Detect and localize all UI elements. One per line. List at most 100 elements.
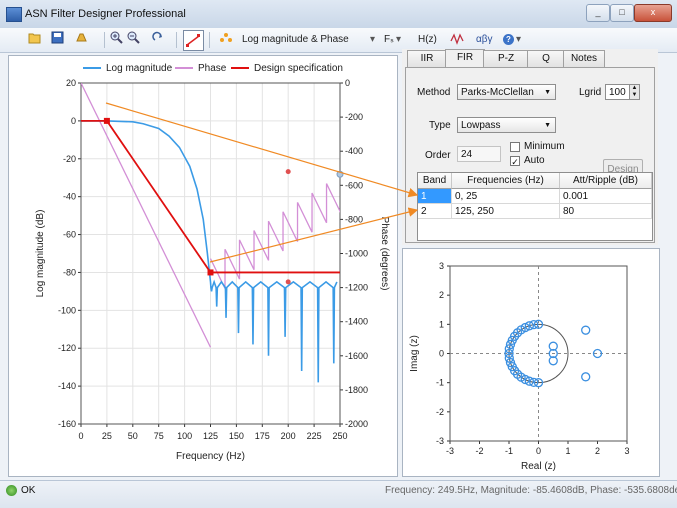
order-field[interactable]: 24 [457, 146, 501, 162]
x-tick-label: 75 [154, 431, 164, 441]
chevron-down-icon[interactable]: ▾ [516, 31, 526, 48]
auto-checkbox[interactable]: ✓ [510, 156, 520, 167]
minimum-checkbox[interactable] [510, 142, 520, 152]
x-tick-label: 175 [255, 431, 270, 441]
minimum-label: Minimum [524, 141, 565, 152]
y2-tick-label: -1400 [345, 317, 368, 327]
method-label: Method [417, 87, 451, 98]
y2-tick-label: -800 [345, 214, 363, 224]
x-tick-label: -2 [475, 446, 483, 456]
cursor-readout: Frequency: 249.5Hz, Magnitude: -85.4608d… [385, 485, 677, 496]
pole-zero-chart[interactable]: -3 3 -2 2 -1 1 0 0 1 -1 2 -2 3 -3 Real (z) Imag (z) [403, 249, 659, 476]
y-tick-label: 0 [439, 349, 444, 359]
y-axis-label: Imag (z) [409, 335, 420, 372]
y2-tick-label: -600 [345, 180, 363, 190]
export-icon[interactable] [75, 31, 89, 48]
x-tick-label: 0 [536, 446, 541, 456]
y-tick-label: 3 [439, 261, 444, 271]
order-value: 24 [461, 149, 473, 160]
x-tick-label: 50 [128, 431, 138, 441]
x-axis-label: Frequency (Hz) [176, 451, 245, 462]
x-tick-label: 2 [595, 446, 600, 456]
chevron-down-icon[interactable]: ▾ [396, 31, 406, 48]
close-button[interactable]: x [634, 4, 672, 22]
x-tick-label: -1 [505, 446, 513, 456]
plot-mode-selector[interactable]: Log magnitude & Phase [242, 31, 370, 48]
y-tick-label: 2 [439, 290, 444, 300]
column-header[interactable]: Band [418, 173, 452, 189]
status-ok: OK [21, 485, 36, 496]
legend-label: Design specification [254, 63, 343, 74]
maximize-button[interactable]: □ [610, 4, 634, 22]
title-bar: ASN Filter Designer Professional _ □ x [0, 0, 677, 29]
app-icon [6, 7, 22, 22]
y2-tick-label: -200 [345, 112, 363, 122]
x-tick-label: 0 [78, 431, 83, 441]
redo-icon[interactable] [152, 31, 166, 48]
y-tick-label: 0 [71, 116, 76, 126]
lgrid-label: Lgrid [579, 87, 602, 98]
y-tick-label: -120 [58, 343, 76, 353]
table-cell[interactable]: 0, 25 [452, 189, 560, 204]
column-header[interactable]: Frequencies (Hz) [452, 173, 560, 189]
lgrid-stepper[interactable]: ▲ ▼ [629, 84, 640, 100]
x-tick-label: 3 [624, 446, 629, 456]
signal-icon[interactable] [450, 31, 466, 48]
zoom-out-icon[interactable] [127, 31, 141, 48]
lgrid-value: 100 [609, 87, 626, 98]
frequency-response-chart[interactable]: 0 25 50 75 100 125 150 175 200 225 250200-20-40-60… [9, 56, 397, 476]
x-tick-label: 225 [307, 431, 322, 441]
x-tick-label: 125 [203, 431, 218, 441]
y-tick-label: -140 [58, 381, 76, 391]
zoom-in-icon[interactable] [110, 31, 124, 48]
type-label: Type [429, 120, 451, 131]
tab-iir[interactable]: IIR [407, 50, 447, 67]
method-select[interactable]: Parks-McClellan ▼ [457, 84, 556, 100]
table-cell[interactable]: 0.001 [560, 189, 652, 204]
markers-icon[interactable] [218, 31, 234, 48]
y2-tick-label: 0 [345, 78, 350, 88]
spec-handle [207, 269, 214, 276]
x-tick-label: 200 [281, 431, 296, 441]
y2-tick-label: -1200 [345, 283, 368, 293]
tab-fir[interactable]: FIR [445, 49, 485, 68]
window-title: ASN Filter Designer Professional [25, 8, 186, 20]
dropdown-arrow-icon: ▼ [544, 89, 551, 96]
type-select[interactable]: Lowpass ▼ [457, 117, 556, 133]
auto-label: Auto [524, 155, 545, 166]
band-table: Band Frequencies (Hz) Att/Ripple (dB) 1 … [417, 172, 653, 241]
tab-notes[interactable]: Notes [563, 50, 605, 67]
transfer-function-button[interactable]: H(z) [418, 31, 444, 48]
table-cell[interactable]: 2 [418, 204, 452, 219]
pole-zero-panel: -3 3 -2 2 -1 1 0 0 1 -1 2 -2 3 -3 Real (z) Imag (z) [402, 248, 660, 477]
sampling-rate-button[interactable]: Fₛ [384, 31, 396, 48]
y-tick-label: -100 [58, 305, 76, 315]
toolbar-separator [176, 32, 177, 48]
y-tick-label: -60 [63, 230, 76, 240]
chevron-down-icon[interactable]: ▾ [370, 31, 380, 48]
tab-q[interactable]: Q [527, 50, 565, 67]
table-cell[interactable]: 1 [418, 189, 452, 204]
save-icon[interactable] [51, 31, 65, 48]
table-cell[interactable]: 80 [560, 204, 652, 219]
toolbar-separator [104, 32, 105, 48]
dropdown-arrow-icon: ▼ [544, 122, 551, 129]
help-icon[interactable]: ? [503, 34, 514, 45]
table-cell[interactable]: 125, 250 [452, 204, 560, 219]
column-header[interactable]: Att/Ripple (dB) [560, 173, 652, 189]
method-value: Parks-McClellan [461, 87, 534, 98]
minimize-button[interactable]: _ [586, 4, 610, 22]
y-tick-label: -40 [63, 192, 76, 202]
y2-tick-label: -400 [345, 146, 363, 156]
x-tick-label: 100 [177, 431, 192, 441]
tab-pz[interactable]: P-Z [483, 50, 529, 67]
x-tick-label: 250 [332, 431, 347, 441]
type-value: Lowpass [461, 120, 501, 131]
y-tick-label: -2 [436, 407, 444, 417]
open-folder-icon[interactable] [28, 31, 42, 48]
spec-edit-icon[interactable] [183, 30, 204, 51]
y-tick-label: -1 [436, 378, 444, 388]
ok-status-icon [6, 485, 17, 496]
symbolic-math-button[interactable]: αβγ [476, 31, 500, 48]
y2-axis-label: Phase (degrees) [379, 217, 390, 291]
